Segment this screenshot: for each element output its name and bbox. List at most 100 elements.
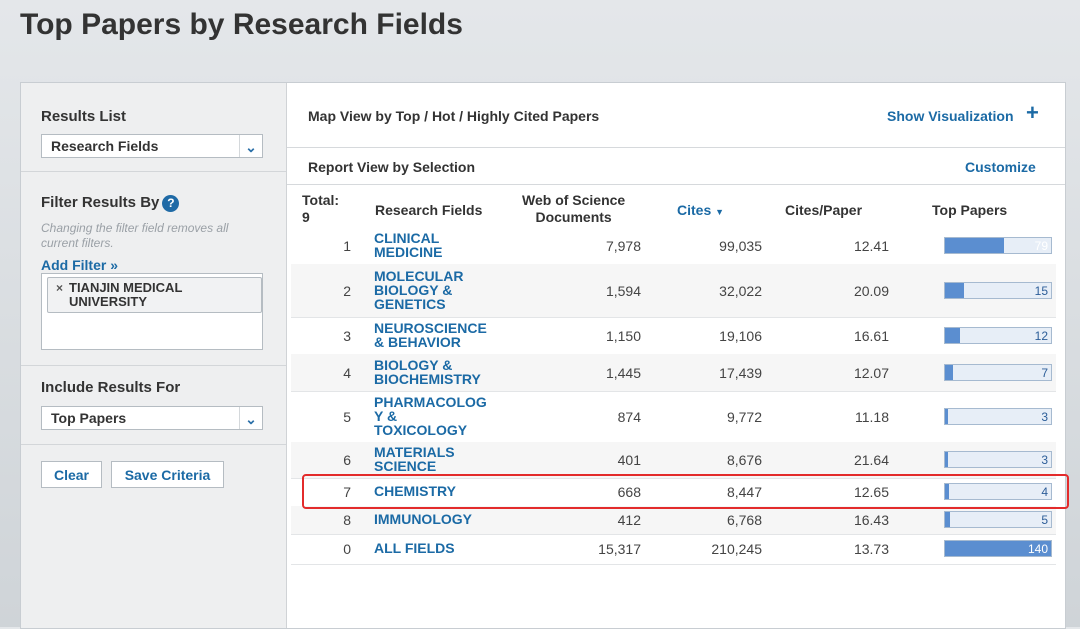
research-field-line: PHARMACOLOG [374,394,487,410]
filter-chip: × TIANJIN MEDICAL UNIVERSITY [47,277,262,313]
research-field-link[interactable]: CLINICAL MEDICINE [374,231,509,259]
show-visualization-label: Show Visualization [887,108,1014,124]
cites-per-paper-cell: 11.18 [855,409,889,425]
top-papers-value: 5 [1041,513,1048,527]
sidebar: Results List Research Fields ⌄ Filter Re… [21,83,287,628]
research-field-link[interactable]: MOLECULAR BIOLOGY & GENETICS [374,269,509,311]
research-field-link[interactable]: NEUROSCIENCE & BEHAVIOR [374,321,509,349]
report-view-title: Report View by Selection [308,159,476,175]
bar-fill [945,452,949,467]
research-field-line: TOXICOLOGY [374,422,468,438]
include-label: Include Results For [41,379,181,396]
rank-cell: 0 [343,541,351,557]
include-select[interactable]: Top Papers ⌄ [41,406,263,430]
research-field-link[interactable]: IMMUNOLOGY [374,512,509,526]
cites-per-paper-cell: 16.61 [853,328,889,344]
research-field-link[interactable]: MATERIALS SCIENCE [374,445,509,473]
top-papers-bar[interactable]: 5 [944,511,1052,528]
top-papers-value: 140 [1027,542,1048,556]
top-papers-bar[interactable]: 3 [944,451,1052,468]
map-view-header: Map View by Top / Hot / Highly Cited Pap… [287,83,1065,148]
documents-cell: 1,594 [605,283,641,299]
research-field-link[interactable]: BIOLOGY & BIOCHEMISTRY [374,358,509,386]
cites-cell: 32,022 [719,283,762,299]
documents-cell: 401 [617,452,641,468]
cites-per-paper-header[interactable]: Cites/Paper [785,202,862,219]
research-field-line: Y & [374,408,398,424]
documents-header[interactable]: Web of Science Documents [522,192,625,226]
research-field-line: CLINICAL [374,230,440,246]
cites-cell: 19,106 [719,328,762,344]
table-row: 0 ALL FIELDS 15,317 210,245 13.73 140 [291,534,1056,565]
include-value: Top Papers [51,410,127,426]
documents-cell: 7,978 [605,238,641,254]
cites-cell: 17,439 [719,365,762,381]
research-field-line: IMMUNOLOGY [374,511,472,527]
highlight-box [302,474,1069,509]
research-field-line: GENETICS [374,296,446,312]
top-papers-value: 7 [1041,366,1048,380]
documents-header-line2: Documents [535,209,612,225]
divider [21,444,286,445]
rank-cell: 6 [343,452,351,468]
research-field-line: BIOLOGY & [374,282,453,298]
cites-per-paper-cell: 16.43 [853,512,889,528]
top-papers-bar[interactable]: 7 [944,364,1052,381]
total-value: 9 [302,209,310,225]
research-field-line: BIOLOGY & [374,357,453,373]
save-criteria-button[interactable]: Save Criteria [111,461,224,488]
remove-filter-icon[interactable]: × [56,281,63,295]
top-papers-header[interactable]: Top Papers [932,202,1007,219]
rank-cell: 4 [343,365,351,381]
research-field-line: MOLECULAR [374,268,464,284]
chevron-down-icon: ⌄ [239,135,262,157]
filter-label-text: Filter Results By [41,194,160,211]
rank-cell: 5 [343,409,351,425]
filter-chip-line2: UNIVERSITY [69,294,148,309]
bar-fill [945,238,1005,253]
top-papers-bar[interactable]: 12 [944,327,1052,344]
bar-fill [945,409,949,424]
research-field-line: MATERIALS [374,444,455,460]
rank-cell: 2 [343,283,351,299]
add-filter-link[interactable]: Add Filter » [41,257,118,273]
top-papers-bar[interactable]: 15 [944,282,1052,299]
table-row: 8 IMMUNOLOGY 412 6,768 16.43 5 [291,506,1056,535]
filter-label: Filter Results By? [41,194,180,212]
results-list-select[interactable]: Research Fields ⌄ [41,134,263,158]
results-list-value: Research Fields [51,138,159,154]
cites-cell: 8,676 [726,452,762,468]
documents-cell: 1,150 [605,328,641,344]
cites-cell: 99,035 [719,238,762,254]
cites-cell: 6,768 [726,512,762,528]
research-field-line: BIOCHEMISTRY [374,371,481,387]
top-papers-bar[interactable]: 79 [944,237,1052,254]
cites-cell: 9,772 [726,409,762,425]
rank-cell: 1 [343,238,351,254]
cites-per-paper-cell: 12.07 [853,365,889,381]
content-panel: Results List Research Fields ⌄ Filter Re… [20,82,1066,629]
table-row: 2 MOLECULAR BIOLOGY & GENETICS 1,594 32,022 20… [291,264,1056,318]
chevron-down-icon: ⌄ [239,407,262,429]
cites-per-paper-cell: 21.64 [853,452,889,468]
table-row: 1 CLINICAL MEDICINE 7,978 99,035 12.41 79 [291,227,1056,265]
top-papers-bar[interactable]: 140 [944,540,1052,557]
top-papers-value: 12 [1034,329,1048,343]
help-icon[interactable]: ? [162,194,180,212]
bar-fill [945,283,965,298]
cites-cell: 210,245 [711,541,762,557]
filter-hint: Changing the filter field removes all cu… [41,221,229,250]
documents-cell: 15,317 [598,541,641,557]
documents-header-line1: Web of Science [522,192,626,208]
top-papers-bar[interactable]: 3 [944,408,1052,425]
clear-button[interactable]: Clear [41,461,102,488]
cites-header[interactable]: Cites ▼ [677,202,724,221]
research-field-link[interactable]: PHARMACOLOG Y & TOXICOLOGY [374,395,509,437]
show-visualization-link[interactable]: Show Visualization + [887,100,1039,125]
research-field-link[interactable]: ALL FIELDS [374,541,509,555]
research-field-line: NEUROSCIENCE [374,320,487,336]
rank-cell: 8 [343,512,351,528]
customize-link[interactable]: Customize [965,159,1036,175]
cites-per-paper-cell: 13.73 [853,541,889,557]
cites-per-paper-cell: 12.41 [853,238,889,254]
